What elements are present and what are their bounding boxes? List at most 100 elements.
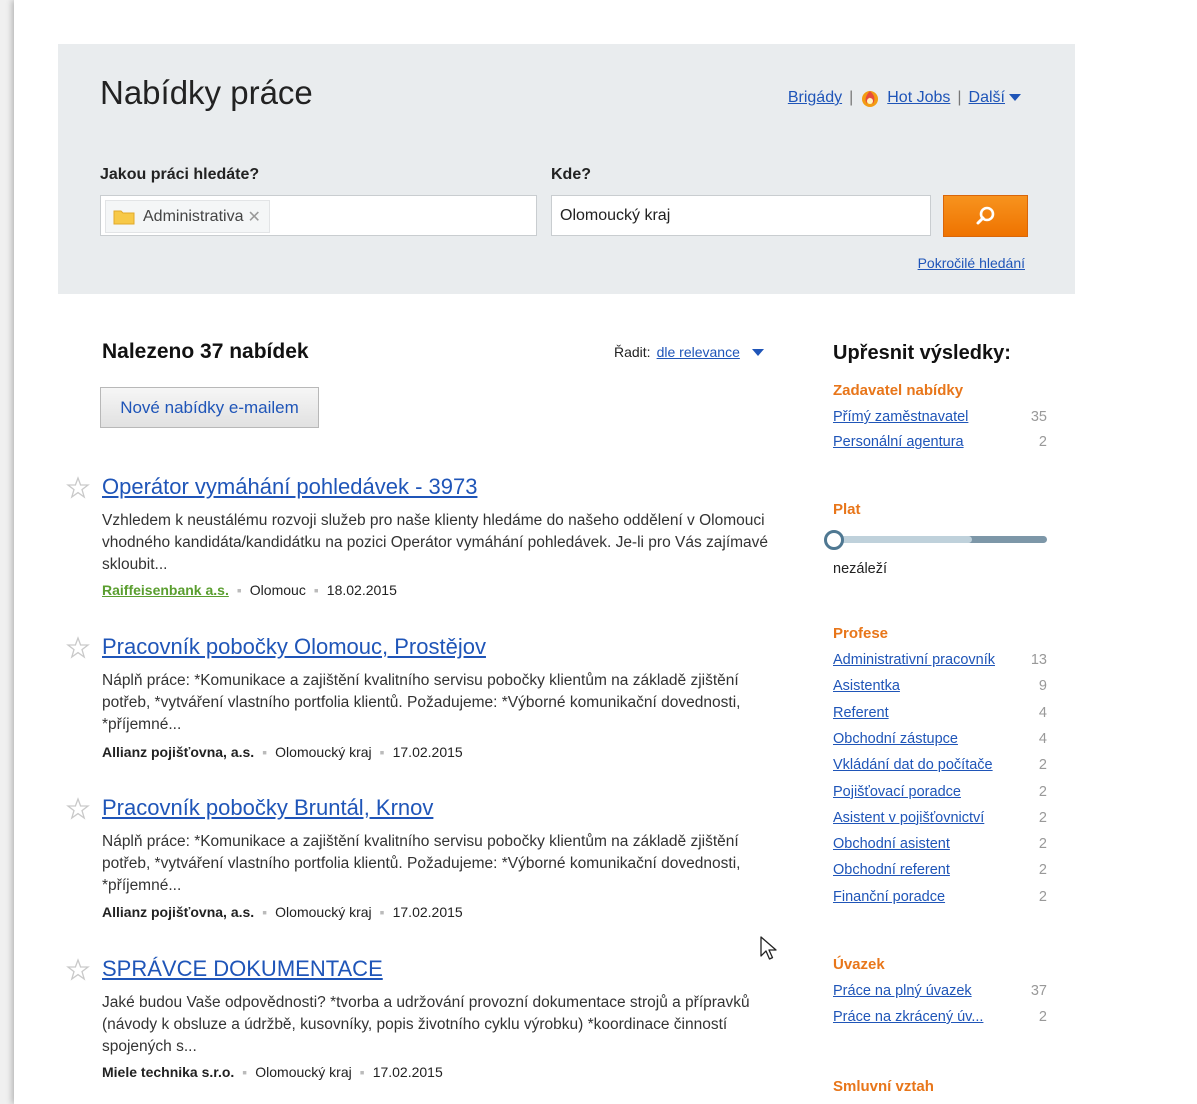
search-icon xyxy=(976,206,994,225)
facet-link[interactable]: Vkládání dat do počítače xyxy=(833,757,993,773)
email-alert-button[interactable]: Nové nabídky e-mailem xyxy=(100,387,319,428)
facet-item: Personální agentura 2 xyxy=(833,434,1047,450)
facet-item: Vkládání dat do počítače 2 xyxy=(833,757,1047,773)
facet-heading-zadavatel: Zadavatel nabídky xyxy=(833,382,964,399)
mouse-cursor-icon xyxy=(760,936,777,960)
job-date: 18.02.2015 xyxy=(326,582,397,598)
facet-item: Přímý zaměstnavatel 35 xyxy=(833,409,1047,425)
company-link[interactable]: Raiffeisenbank a.s. xyxy=(102,582,229,598)
job-title[interactable]: Pracovník pobočky Bruntál, Krnov xyxy=(102,795,433,821)
where-input[interactable] xyxy=(551,195,931,236)
page: Nabídky práce Brigády | Hot Jobs | Další… xyxy=(14,0,1197,1104)
facet-count: 2 xyxy=(1038,783,1047,800)
company-name: Allianz pojišťovna, a.s. xyxy=(102,904,255,920)
facet-link[interactable]: Přímý zaměstnavatel xyxy=(833,409,968,425)
facet-heading-profese: Profese xyxy=(833,625,889,642)
facet-item: Administrativní pracovník 13 xyxy=(833,652,1047,668)
facet-count: 2 xyxy=(1038,836,1047,853)
category-tag-label: Administrativa xyxy=(143,207,244,225)
salary-slider[interactable] xyxy=(824,530,1047,550)
job-listing: Pracovník pobočky Olomouc, Prostějov Náp… xyxy=(66,634,786,764)
company-name: Allianz pojišťovna, a.s. xyxy=(102,744,255,760)
facet-link[interactable]: Asistentka xyxy=(833,678,900,694)
job-date: 17.02.2015 xyxy=(392,904,463,920)
facet-item: Obchodní asistent 2 xyxy=(833,836,1047,852)
star-icon[interactable] xyxy=(66,797,90,821)
star-icon[interactable] xyxy=(66,476,90,500)
job-date: 17.02.2015 xyxy=(392,744,463,760)
facet-heading-smluvni: Smluvní vztah xyxy=(833,1078,934,1095)
sort-dropdown[interactable]: dle relevance xyxy=(657,344,740,360)
job-location: Olomoucký kraj xyxy=(275,744,372,760)
facet-link[interactable]: Referent xyxy=(833,705,889,721)
facet-link[interactable]: Finanční poradce xyxy=(833,889,945,905)
facet-link[interactable]: Administrativní pracovník xyxy=(833,652,995,668)
sort-label: Řadit: xyxy=(614,344,651,360)
salary-slider-fill xyxy=(833,536,973,543)
facet-link[interactable]: Práce na zkrácený úv... xyxy=(833,1009,983,1025)
facet-item: Obchodní zástupce 4 xyxy=(833,731,1047,747)
facet-link[interactable]: Práce na plný úvazek xyxy=(833,983,972,999)
facet-item: Obchodní referent 2 xyxy=(833,862,1047,878)
salary-slider-handle[interactable] xyxy=(824,530,844,550)
facet-link[interactable]: Personální agentura xyxy=(833,434,964,450)
what-input[interactable]: Administrativa ✕ xyxy=(100,195,537,236)
job-listing: Pracovník pobočky Bruntál, Krnov Náplň p… xyxy=(66,795,786,925)
facet-link[interactable]: Pojišťovací poradce xyxy=(833,784,961,800)
chevron-down-icon xyxy=(1009,94,1021,102)
facet-link[interactable]: Obchodní zástupce xyxy=(833,731,958,747)
job-description: Vzhledem k neustálému rozvoji služeb pro… xyxy=(102,512,769,573)
sort-control: Řadit: dle relevance xyxy=(614,344,764,360)
facet-link[interactable]: Obchodní asistent xyxy=(833,836,950,852)
facet-item: Pojišťovací poradce 2 xyxy=(833,784,1047,800)
hot-jobs-link[interactable]: Hot Jobs xyxy=(887,89,950,107)
facet-heading-uvazek: Úvazek xyxy=(833,956,885,973)
job-meta: Raiffeisenbank a.s. ▪ Olomouc ▪ 18.02.2015 xyxy=(102,582,397,598)
facet-count: 2 xyxy=(1038,888,1047,905)
facet-count: 13 xyxy=(1030,652,1047,668)
job-title[interactable]: SPRÁVCE DOKUMENTACE xyxy=(102,956,383,982)
star-icon[interactable] xyxy=(66,958,90,982)
results-count: Nalezeno 37 nabídek xyxy=(102,340,309,363)
separator: | xyxy=(957,89,962,106)
facet-item: Asistent v pojišťovnictví 2 xyxy=(833,810,1047,826)
search-panel: Nabídky práce Brigády | Hot Jobs | Další… xyxy=(58,44,1075,294)
chevron-down-icon[interactable] xyxy=(751,348,764,356)
top-links: Brigády | Hot Jobs | Další xyxy=(788,88,1021,108)
job-location: Olomouc xyxy=(249,582,306,598)
job-meta: Allianz pojišťovna, a.s. ▪ Olomoucký kraj ▪… xyxy=(102,744,463,760)
what-label: Jakou práci hledáte? xyxy=(100,166,260,183)
facet-count: 9 xyxy=(1038,678,1047,695)
sidebar-title: Upřesnit výsledky: xyxy=(833,342,1011,364)
separator: | xyxy=(849,89,854,106)
brigady-link[interactable]: Brigády xyxy=(788,89,842,107)
facet-item: Práce na zkrácený úv... 2 xyxy=(833,1009,1047,1025)
close-icon[interactable]: ✕ xyxy=(247,207,260,227)
facet-link[interactable]: Obchodní referent xyxy=(833,862,950,878)
star-icon[interactable] xyxy=(66,636,90,660)
facet-count: 2 xyxy=(1038,757,1047,774)
job-title[interactable]: Operátor vymáhání pohledávek - 3973 xyxy=(102,474,477,500)
advanced-search-link[interactable]: Pokročilé hledání xyxy=(918,255,1025,271)
facet-count: 4 xyxy=(1038,704,1047,721)
job-date: 17.02.2015 xyxy=(372,1064,443,1080)
job-description: Náplň práce: *Komunikace a zajištění kva… xyxy=(102,672,741,733)
folder-icon xyxy=(113,210,135,224)
facet-item: Asistentka 9 xyxy=(833,678,1047,694)
facet-link[interactable]: Asistent v pojišťovnictví xyxy=(833,810,984,826)
search-button[interactable] xyxy=(943,195,1028,237)
salary-value: nezáleží xyxy=(833,561,888,577)
job-listing: Operátor vymáhání pohledávek - 3973 Vzhl… xyxy=(66,474,786,604)
facet-count: 4 xyxy=(1038,730,1047,747)
dalsi-menu[interactable]: Další xyxy=(969,89,1021,107)
facet-count: 37 xyxy=(1030,983,1047,999)
facet-item: Referent 4 xyxy=(833,705,1047,721)
where-label: Kde? xyxy=(551,166,591,183)
job-listing: SPRÁVCE DOKUMENTACE Jaké budou Vaše odpo… xyxy=(66,956,786,1086)
company-name: Miele technika s.r.o. xyxy=(102,1064,235,1080)
job-location: Olomoucký kraj xyxy=(255,1064,352,1080)
job-location: Olomoucký kraj xyxy=(275,904,372,920)
facet-count: 2 xyxy=(1038,809,1047,826)
fire-icon xyxy=(862,91,879,107)
job-title[interactable]: Pracovník pobočky Olomouc, Prostějov xyxy=(102,634,486,660)
